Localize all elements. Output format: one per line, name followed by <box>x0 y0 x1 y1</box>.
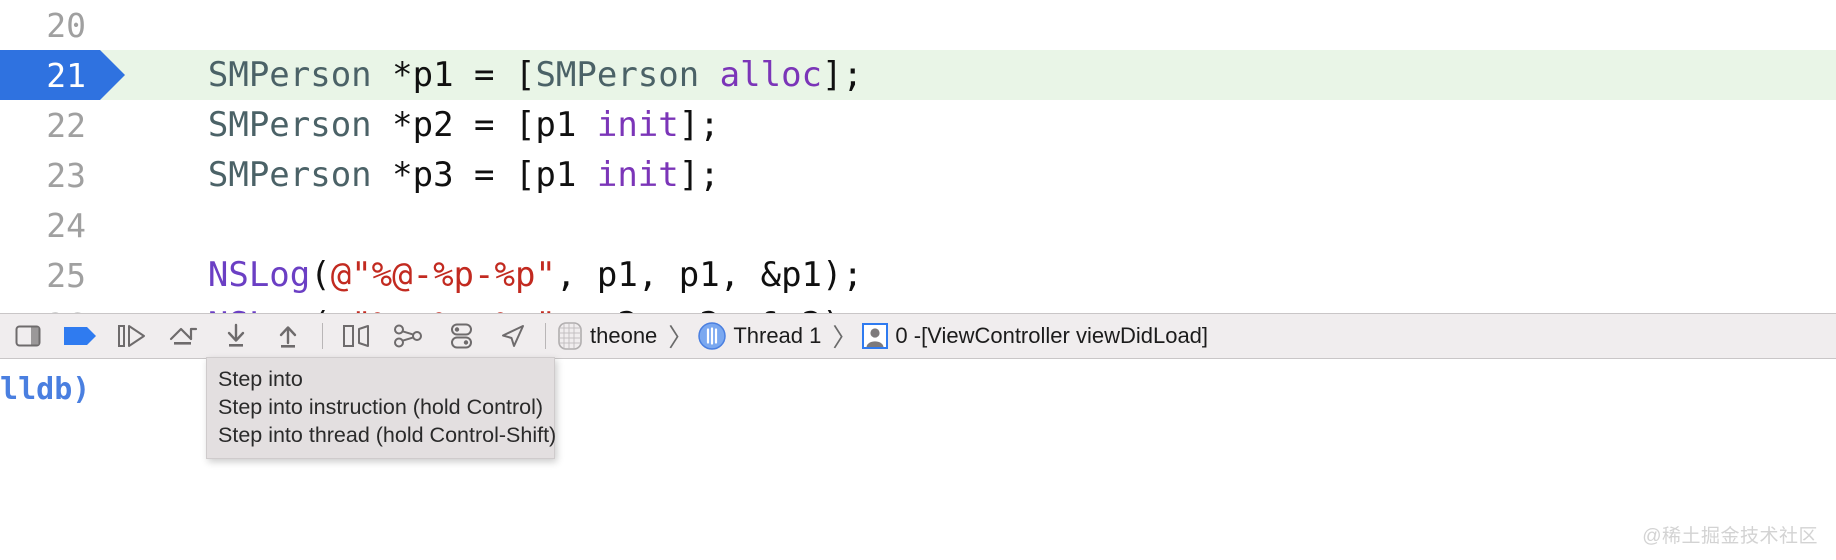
continue-flag-icon <box>63 325 97 347</box>
debug-settings-button[interactable] <box>435 314 487 358</box>
code-text[interactable]: SMPerson *p1 = [SMPerson alloc]; <box>0 55 863 95</box>
panel-toggle-icon <box>15 324 41 348</box>
code-token: SMPerson <box>207 55 393 95</box>
line-number[interactable]: 21 <box>0 56 100 95</box>
location-arrow-icon <box>499 322 527 350</box>
stack-frame-person-icon <box>861 322 889 350</box>
xcode-debug-window: 20 21 SMPerson *p1 = [SMPerson alloc]; 22 … <box>0 0 1836 560</box>
code-token: ]; <box>678 105 720 145</box>
toolbar-divider <box>322 323 323 349</box>
step-into-tooltip: Step into Step into instruction (hold Con… <box>206 357 556 460</box>
tooltip-menu-item[interactable]: Step into <box>207 365 554 393</box>
code-line[interactable]: 26 NSLog(@"%@-%p-%p", p2, p2, &p2); <box>0 300 1836 313</box>
code-token: *p1 = <box>392 55 515 95</box>
code-token: SMPerson <box>207 155 393 195</box>
code-token: , p1, p1, &p1); <box>555 255 863 295</box>
tooltip-menu-item[interactable]: Step into instruction (hold Control) <box>207 393 554 421</box>
code-token: init <box>596 155 679 195</box>
code-text[interactable]: SMPerson *p2 = [p1 init]; <box>0 105 720 145</box>
code-token: init <box>596 105 679 145</box>
view-debugging-button[interactable] <box>331 314 383 358</box>
line-number[interactable]: 25 <box>0 256 100 295</box>
step-into-down-arrow-icon <box>222 322 250 350</box>
line-number[interactable]: 23 <box>0 156 100 195</box>
hide-debug-area-button[interactable] <box>2 314 54 358</box>
memory-graph-icon <box>393 323 425 349</box>
debug-toolbar: theone 〉 Thread 1 〉 0 -[ViewController v… <box>0 313 1836 359</box>
code-token: ( <box>310 305 330 313</box>
code-token: NSLog <box>207 255 311 295</box>
watermark-label: @稀土掘金技术社区 <box>1642 526 1818 547</box>
code-line[interactable]: 25 NSLog(@"%@-%p-%p", p1, p1, &p1); <box>0 250 1836 300</box>
code-token: ( <box>310 255 331 295</box>
step-out-button[interactable] <box>210 314 262 358</box>
continue-button[interactable] <box>54 314 106 358</box>
code-token: [p1 <box>514 155 597 195</box>
code-token: ]; <box>678 155 720 195</box>
code-token: NSLog <box>208 305 310 313</box>
step-into-icon <box>168 323 200 349</box>
breadcrumb-chevron-icon: 〉 <box>668 324 694 352</box>
breadcrumb-frame-label[interactable]: 0 -[ViewController viewDidLoad] <box>895 323 1208 349</box>
view-hierarchy-button[interactable] <box>383 314 435 358</box>
code-token: @"%@-%p-%p" <box>330 255 556 295</box>
breadcrumb-chevron-2-icon: 〉 <box>832 324 858 352</box>
line-number[interactable]: 24 <box>0 206 100 245</box>
source-editor[interactable]: 20 21 SMPerson *p1 = [SMPerson alloc]; 22 … <box>0 0 1836 313</box>
code-token: [ <box>514 55 536 95</box>
simulate-location-button[interactable] <box>487 314 539 358</box>
step-over-button[interactable] <box>106 314 158 358</box>
code-token: *p3 = <box>392 155 515 195</box>
code-text[interactable]: SMPerson *p3 = [p1 init]; <box>0 155 720 195</box>
code-token: [p1 <box>514 105 597 145</box>
lldb-prompt: (lldb) <box>0 372 91 407</box>
code-line[interactable]: 22 SMPerson *p2 = [p1 init]; <box>0 100 1836 150</box>
code-token: SMPerson <box>535 55 720 95</box>
tooltip-menu-item[interactable]: Step into thread (hold Control-Shift) <box>207 421 556 449</box>
line-number[interactable]: 22 <box>0 106 100 145</box>
code-token: *p2 = <box>392 105 515 145</box>
process-grid-icon <box>556 321 584 351</box>
thread-icon <box>697 321 727 351</box>
step-out-of-block-button[interactable] <box>262 314 314 358</box>
step-into-button[interactable] <box>158 314 210 358</box>
breadcrumb-thread-label[interactable]: Thread 1 <box>733 323 821 349</box>
breadcrumb-process-label[interactable]: theone <box>590 323 657 349</box>
code-token: @"%@-%p-%p" <box>331 305 556 313</box>
code-line[interactable]: 20 <box>0 0 1836 50</box>
step-out-up-arrow-icon <box>274 322 302 350</box>
breadcrumb-divider <box>545 323 546 349</box>
toggle-switches-icon <box>446 322 476 350</box>
code-text[interactable]: NSLog(@"%@-%p-%p", p1, p1, &p1); <box>0 255 863 295</box>
code-token: ]; <box>822 55 863 95</box>
breadcrumb: theone 〉 Thread 1 〉 0 -[ViewController v… <box>556 314 1215 358</box>
code-token: , p2, p2, &p2); <box>556 305 863 313</box>
view-debug-icon <box>342 323 372 349</box>
code-text[interactable]: NSLog(@"%@-%p-%p", p2, p2, &p2); <box>0 305 863 313</box>
code-token: SMPerson <box>207 105 393 145</box>
code-line[interactable]: 23 SMPerson *p3 = [p1 init]; <box>0 150 1836 200</box>
code-token: alloc <box>719 55 823 95</box>
code-line[interactable]: 21 SMPerson *p1 = [SMPerson alloc]; <box>0 50 1836 100</box>
step-over-icon <box>117 323 147 349</box>
line-number[interactable]: 20 <box>0 6 100 45</box>
code-line[interactable]: 24 <box>0 200 1836 250</box>
line-number[interactable]: 26 <box>0 306 100 314</box>
